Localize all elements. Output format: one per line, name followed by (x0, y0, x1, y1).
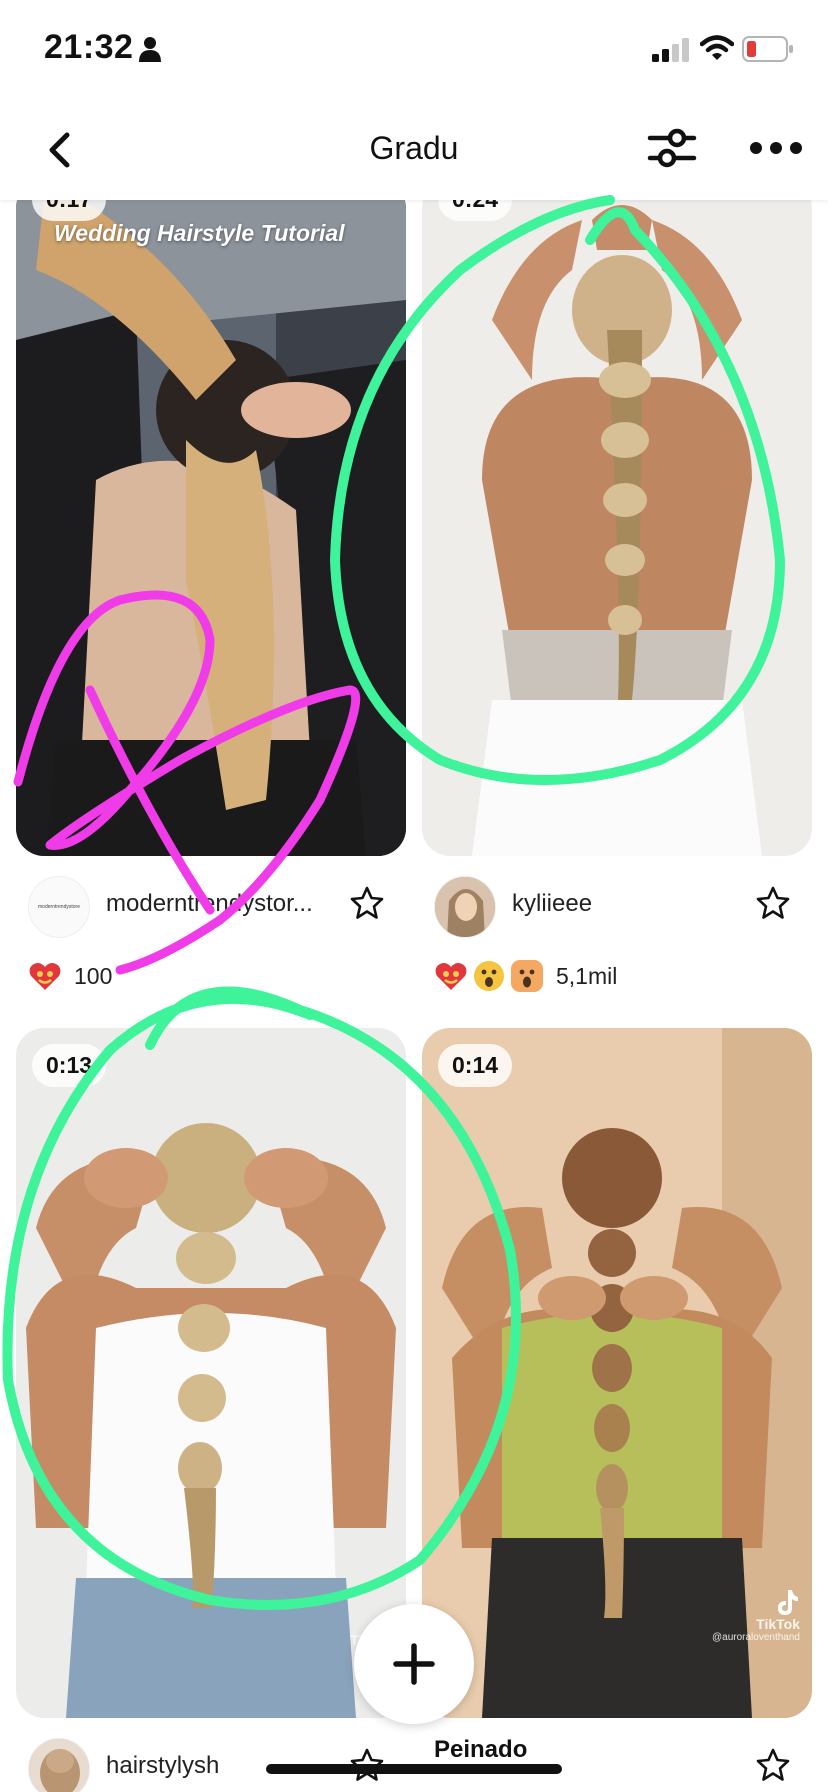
tiktok-watermark: TikTok @auroraloventhand (712, 1588, 800, 1643)
page-title: Gradu (369, 130, 459, 166)
pin-feed: Wedding Hairstyle Tutorial 0:17 moderntr… (0, 200, 828, 1792)
add-button[interactable] (354, 1604, 474, 1724)
star-icon[interactable] (756, 1748, 790, 1782)
video-overlay-title: Wedding Hairstyle Tutorial (54, 220, 345, 246)
pin-video-thumbnail[interactable]: Wedding Hairstyle Tutorial 0:17 (16, 200, 406, 856)
status-bar: 21:32 (0, 0, 828, 100)
hairstyle-video-image (422, 200, 812, 856)
signal-icon (652, 38, 689, 62)
wifi-icon (700, 35, 734, 60)
plus-icon (393, 1643, 435, 1685)
avatar-logo-text: moderntrendystore (38, 904, 80, 910)
reaction-count: 5,1mil (556, 962, 618, 989)
person-icon (139, 37, 161, 62)
reactions[interactable]: 100 (28, 958, 112, 994)
battery-low-icon (742, 36, 793, 62)
avatar[interactable] (28, 1738, 90, 1792)
pin-video-thumbnail[interactable]: 0:24 (422, 200, 812, 856)
bottom-board-label[interactable]: Peinado (434, 1736, 527, 1764)
duration-badge: 0:14 (438, 1044, 513, 1087)
watermark-brand: TikTok (756, 1616, 800, 1632)
hairstyle-video-image (16, 1028, 406, 1718)
pin-username[interactable]: moderntrendystor... (106, 890, 313, 918)
duration-badge: 0:24 (438, 200, 513, 221)
pin-meta: kyliieee (422, 872, 812, 938)
surprised-face-reaction-icon (510, 959, 544, 993)
duration-badge: 0:17 (32, 200, 107, 221)
hairstyle-video-image (16, 200, 406, 856)
pin-meta: hairstylysh (16, 1734, 406, 1792)
pin-video-thumbnail[interactable]: 0:14 TikTok @auroraloventhand (422, 1028, 812, 1718)
watermark-handle: @auroraloventhand (712, 1632, 800, 1643)
pin-meta: moderntrendystore moderntrendystor... (16, 872, 406, 938)
avatar[interactable]: moderntrendystore (28, 876, 90, 938)
tiktok-logo-icon (778, 1590, 798, 1615)
pin-username[interactable]: hairstylysh (106, 1752, 219, 1780)
pin-username[interactable]: kyliieee (512, 890, 592, 918)
nav-bar: Gradu (0, 100, 828, 200)
home-indicator (266, 1764, 562, 1774)
status-time: 21:32 (44, 28, 134, 66)
more-options-icon[interactable] (748, 122, 804, 174)
reactions[interactable]: 5,1mil (434, 958, 617, 994)
filter-sliders-icon[interactable] (646, 122, 698, 174)
avatar[interactable] (434, 876, 496, 938)
pin-video-thumbnail[interactable]: 0:13 TikTok (16, 1028, 406, 1718)
heart-eyes-reaction-icon (28, 959, 62, 993)
star-icon[interactable] (350, 886, 384, 920)
heart-eyes-reaction-icon (434, 959, 468, 993)
duration-badge: 0:13 (32, 1044, 107, 1087)
drooling-face-reaction-icon (472, 959, 506, 993)
reaction-count: 100 (74, 962, 113, 989)
star-icon[interactable] (756, 886, 790, 920)
